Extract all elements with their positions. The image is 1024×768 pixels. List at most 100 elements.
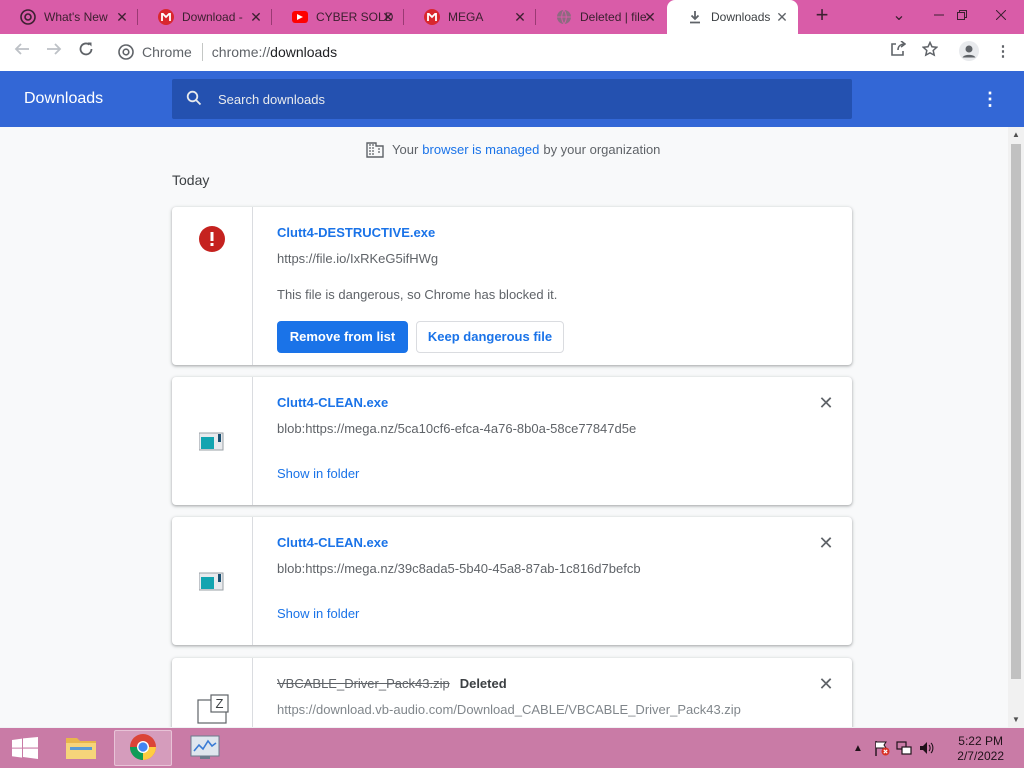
remove-item-icon[interactable]: ✕ — [816, 393, 836, 413]
downloads-menu-icon[interactable]: ⋮ — [980, 89, 1000, 109]
show-in-folder-link[interactable]: Show in folder — [277, 606, 359, 621]
section-heading: Today — [172, 172, 210, 188]
close-tab-icon[interactable]: ✕ — [774, 9, 790, 25]
back-button[interactable] — [10, 40, 34, 64]
scroll-up-icon[interactable]: ▲ — [1008, 127, 1024, 143]
file-url[interactable]: blob:https://mega.nz/5ca10cf6-efca-4a76-… — [277, 421, 636, 436]
url-text: chrome://downloads — [212, 44, 337, 60]
search-input[interactable] — [218, 91, 818, 107]
start-button[interactable] — [0, 728, 48, 768]
warning-icon — [199, 226, 225, 255]
download-item: Clutt4-CLEAN.exe blob:https://mega.nz/5c… — [172, 377, 852, 505]
file-name-deleted: VBCABLE_Driver_Pack43.zip — [277, 676, 450, 691]
tab-strip: What's New ✕ Download - ✕ CYBER SOLD ✕ M… — [0, 0, 1024, 34]
site-chip-label: Chrome — [142, 44, 192, 60]
tab-downloads[interactable]: Downloads ✕ — [667, 0, 798, 34]
tab-mega[interactable]: MEGA ✕ — [404, 0, 536, 34]
page-title: Downloads — [24, 90, 104, 107]
file-icon-column — [172, 517, 253, 645]
network-icon[interactable] — [896, 740, 912, 756]
download-item: Clutt4-CLEAN.exe blob:https://mega.nz/39… — [172, 517, 852, 645]
chrome-icon — [118, 44, 134, 60]
omnibox-divider — [201, 43, 203, 61]
clock-date: 2/7/2022 — [957, 749, 1004, 763]
close-tab-icon[interactable]: ✕ — [114, 9, 130, 25]
tab-download[interactable]: Download - ✕ — [138, 0, 272, 34]
clock-time: 5:22 PM — [958, 734, 1003, 748]
bookmark-star-icon[interactable] — [919, 40, 941, 63]
building-icon — [366, 140, 384, 158]
chrome-icon — [20, 9, 36, 25]
file-name-link[interactable]: Clutt4-DESTRUCTIVE.exe — [277, 225, 435, 240]
keep-dangerous-file-button[interactable]: Keep dangerous file — [416, 321, 564, 353]
zip-file-icon: Z — [197, 694, 229, 727]
action-center-flag-icon[interactable] — [874, 740, 890, 756]
url-path: downloads — [270, 44, 338, 60]
search-icon — [186, 90, 206, 109]
exe-file-icon — [198, 571, 225, 594]
managed-suffix: by your organization — [543, 141, 661, 157]
system-tray: ▲ — [850, 728, 935, 768]
file-explorer-icon — [65, 734, 97, 763]
tab-cyber-sold[interactable]: CYBER SOLD ✕ — [272, 0, 404, 34]
file-url[interactable]: https://file.io/IxRKeG5ifHWg — [277, 251, 438, 266]
windows-logo-icon — [12, 737, 38, 762]
svg-text:Z: Z — [216, 696, 224, 711]
chrome-icon — [129, 733, 157, 764]
file-name-link[interactable]: Clutt4-CLEAN.exe — [277, 535, 388, 550]
file-name-link[interactable]: Clutt4-CLEAN.exe — [277, 395, 388, 410]
download-icon — [687, 9, 703, 25]
reload-button[interactable] — [74, 40, 98, 64]
file-icon-column: Z — [172, 658, 253, 727]
tab-title: Deleted | file — [580, 10, 646, 24]
scroll-down-icon[interactable]: ▼ — [1008, 712, 1024, 728]
close-tab-icon[interactable]: ✕ — [512, 9, 528, 25]
tab-whats-new[interactable]: What's New ✕ — [0, 0, 138, 34]
url-scheme: chrome:// — [211, 44, 271, 60]
file-icon-column — [172, 377, 253, 505]
search-box[interactable] — [172, 79, 852, 119]
file-url[interactable]: blob:https://mega.nz/39c8ada5-5b40-45a8-… — [277, 561, 641, 576]
page-scrollbar[interactable]: ▲ ▼ — [1008, 127, 1024, 728]
downloads-list-area: Your browser is managed by your organiza… — [0, 127, 1008, 727]
remove-item-icon[interactable]: ✕ — [816, 674, 836, 694]
file-name-row: VBCABLE_Driver_Pack43.zip Deleted — [277, 676, 507, 691]
globe-icon — [556, 9, 572, 25]
show-in-folder-link[interactable]: Show in folder — [277, 466, 359, 481]
close-tab-icon[interactable]: ✕ — [380, 9, 396, 25]
exe-file-icon — [198, 431, 225, 454]
chrome-menu-icon[interactable]: ⋮ — [992, 41, 1014, 63]
mega-icon — [424, 9, 440, 25]
browser-toolbar: Chrome chrome://downloads ⋮ — [0, 34, 1024, 71]
file-url: https://download.vb-audio.com/Download_C… — [277, 702, 741, 717]
volume-icon[interactable] — [919, 740, 935, 756]
share-icon[interactable] — [887, 40, 909, 63]
managed-link[interactable]: browser is managed — [422, 142, 539, 157]
remove-from-list-button[interactable]: Remove from list — [277, 321, 408, 353]
windows-taskbar: ▲ 5:22 PM 2/7/2022 — [0, 728, 1024, 768]
taskbar-task-manager[interactable] — [176, 730, 234, 766]
file-icon-column — [172, 207, 253, 365]
close-tab-icon[interactable]: ✕ — [642, 9, 658, 25]
profile-avatar-icon[interactable] — [958, 41, 980, 63]
restore-button[interactable] — [945, 0, 979, 34]
mega-icon — [158, 9, 174, 25]
scrollbar-thumb[interactable] — [1011, 144, 1021, 679]
deleted-status: Deleted — [459, 676, 507, 691]
new-tab-button[interactable]: + — [810, 4, 834, 28]
close-window-button[interactable] — [984, 0, 1018, 34]
address-bar[interactable]: Chrome chrome://downloads — [108, 38, 946, 66]
youtube-icon — [292, 11, 308, 23]
tab-search-button[interactable]: ⌄ — [882, 0, 916, 34]
tab-deleted-file[interactable]: Deleted | file ✕ — [536, 0, 666, 34]
managed-notice: Your browser is managed by your organiza… — [366, 140, 660, 158]
forward-button[interactable] — [42, 40, 66, 64]
taskbar-file-explorer[interactable] — [52, 730, 110, 766]
remove-item-icon[interactable]: ✕ — [816, 533, 836, 553]
managed-prefix: Your — [392, 141, 419, 157]
taskbar-clock[interactable]: 5:22 PM 2/7/2022 — [957, 734, 1004, 764]
task-manager-icon — [190, 734, 220, 763]
show-hidden-icons-icon[interactable]: ▲ — [850, 743, 866, 754]
close-tab-icon[interactable]: ✕ — [248, 9, 264, 25]
taskbar-chrome[interactable] — [114, 730, 172, 766]
